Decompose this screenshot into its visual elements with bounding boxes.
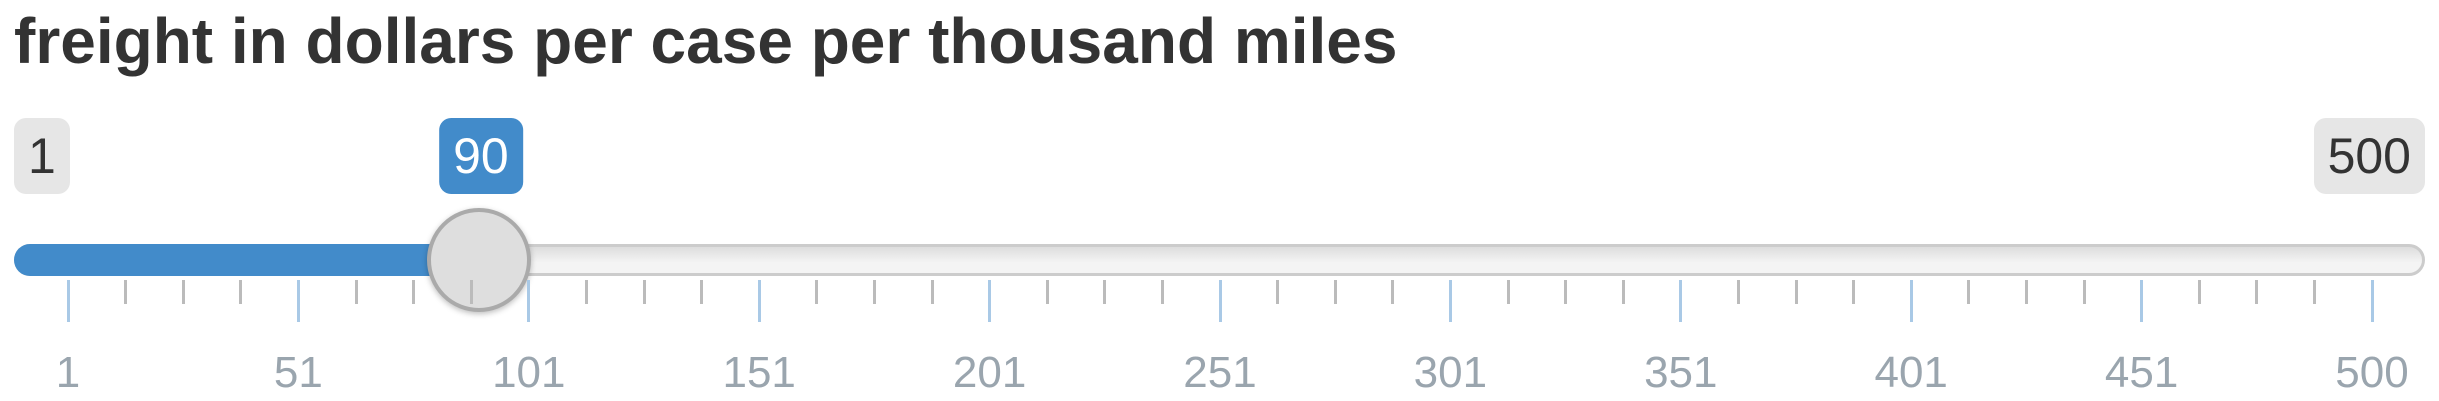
minor-tick	[1794, 280, 1798, 304]
minor-tick	[1160, 280, 1164, 304]
tick-label: 101	[492, 348, 566, 397]
minor-tick	[2082, 280, 2086, 304]
tick-label: 1	[55, 348, 81, 397]
tick-label: 500	[2335, 348, 2409, 397]
minor-tick	[2255, 280, 2259, 304]
minor-tick	[124, 280, 128, 304]
minor-tick	[1045, 280, 1049, 304]
range-slider: 1 500 90 1 51 101 151 201 251 301 351 401 451 500	[0, 0, 2439, 401]
tick-label: 401	[1874, 348, 1948, 397]
minor-tick	[1333, 280, 1337, 304]
minor-tick	[1276, 280, 1280, 304]
minor-tick	[1736, 280, 1740, 304]
max-value-badge: 500	[2313, 118, 2425, 194]
major-tick	[1909, 280, 1913, 322]
minor-tick	[1621, 280, 1625, 304]
major-tick	[296, 280, 300, 322]
tick-label: 151	[722, 348, 796, 397]
minor-tick	[1506, 280, 1510, 304]
minor-tick	[1852, 280, 1856, 304]
minor-tick	[1564, 280, 1568, 304]
minor-tick	[815, 280, 819, 304]
major-tick	[1448, 280, 1452, 322]
minor-tick	[584, 280, 588, 304]
slider-widget: freight in dollars per case per thousand…	[0, 0, 2439, 401]
minor-tick	[412, 280, 416, 304]
major-tick	[66, 280, 70, 322]
minor-tick	[181, 280, 185, 304]
major-tick	[2370, 280, 2374, 322]
minor-tick	[469, 280, 473, 304]
major-tick	[2140, 280, 2144, 322]
major-tick	[988, 280, 992, 322]
minor-tick	[239, 280, 243, 304]
min-value-badge: 1	[14, 118, 70, 194]
minor-tick	[354, 280, 358, 304]
tick-label: 51	[273, 348, 323, 397]
major-tick	[1218, 280, 1222, 322]
major-tick	[757, 280, 761, 322]
slider-grid: 1 51 101 151 201 251 301 351 401 451 500	[0, 280, 2439, 401]
minor-tick	[2024, 280, 2028, 304]
minor-tick	[2197, 280, 2201, 304]
current-value-badge: 90	[439, 118, 523, 194]
major-tick	[527, 280, 531, 322]
major-tick	[1679, 280, 1683, 322]
tick-label: 451	[2104, 348, 2179, 397]
minor-tick	[642, 280, 646, 304]
tick-label: 301	[1413, 348, 1488, 397]
minor-tick	[1391, 280, 1395, 304]
minor-tick	[700, 280, 704, 304]
tick-label: 351	[1644, 348, 1718, 397]
minor-tick	[2312, 280, 2316, 304]
slider-fill-bar	[14, 244, 479, 276]
tick-label: 251	[1183, 348, 1257, 397]
minor-tick	[930, 280, 934, 304]
minor-tick	[872, 280, 876, 304]
minor-tick	[1967, 280, 1971, 304]
minor-tick	[1103, 280, 1107, 304]
tick-label: 201	[952, 348, 1027, 397]
